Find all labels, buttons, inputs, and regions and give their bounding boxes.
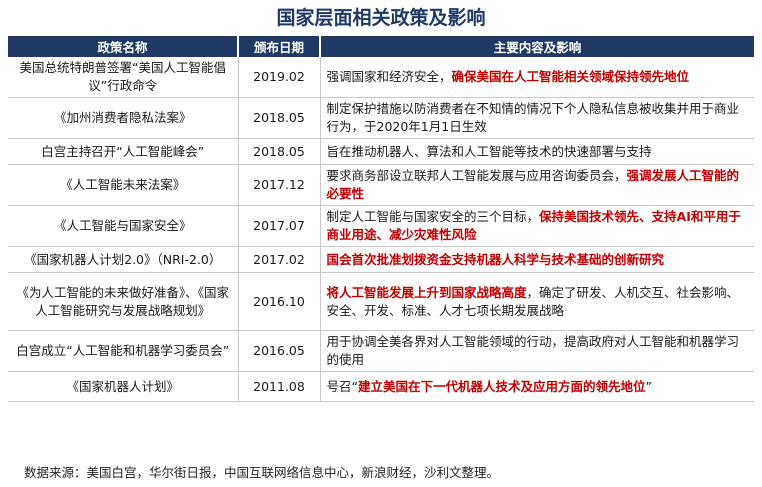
table-row: 《人工智能未来法案》 2017.12 要求商务部设立联邦人工智能发展与应用咨询委员会… [8,164,754,206]
issue-date-cell: 2017.12 [238,164,321,206]
issue-date-cell: 2017.02 [238,246,321,273]
content-cell: 要求商务部设立联邦人工智能发展与应用咨询委员会，强调发展人工智能的必要性 [320,164,754,206]
page-title: 国家层面相关政策及影响 [276,7,486,29]
issue-date-cell: 2019.02 [238,57,321,98]
policy-name-cell: 《人工智能未来法案》 [8,164,239,206]
content-cell: 制定人工智能与国家安全的三个目标，保持美国技术领先、支持AI和平用于商业用途、减… [320,205,754,247]
header-issue-date: 颁布日期 [238,36,321,57]
content-text: 号召“ [326,378,358,394]
issue-date-cell: 2017.07 [238,205,321,247]
table-row: 《国家机器人计划2.0》（NRI-2.0） 2017.02 国会首次批准划拨资金支持… [8,246,754,273]
policy-name-cell: 《人工智能与国家安全》 [8,205,239,247]
content-text: 制定保护措施以防消费者在不知情的情况下个人隐私信息被收集并用于商业行为，于202… [326,101,740,134]
issue-date-cell: 2016.10 [238,272,321,331]
content-text: 制定人工智能与国家安全的三个目标， [326,209,540,224]
table-row: 《加州消费者隐私法案》 2018.05 制定保护措施以防消费者在不知情的情况下个人隐… [8,97,754,139]
policy-name-cell: 《国家机器人计划》 [8,371,239,402]
issue-date-cell: 2018.05 [238,97,321,139]
table-row: 《人工智能与国家安全》 2017.07 制定人工智能与国家安全的三个目标，保持美国技… [8,205,754,247]
policy-name-cell: 白宫主持召开“人工智能峰会” [8,138,239,165]
content-cell: 强调国家和经济安全，确保美国在人工智能相关领域保持领先地位 [320,57,754,98]
table-row: 白宫主持召开“人工智能峰会” 2018.05 旨在推动机器人、算法和人工智能等技术的… [8,138,754,165]
content-text: 强调国家和经济安全， [326,69,452,84]
table-row: 白宫成立“人工智能和机器学习委员会” 2016.05 用于协调全美各界对人工智能领域… [8,330,754,372]
data-source-note: 数据来源：美国白宫，华尔街日报，中国互联网络信息中心，新浪财经，沙利文整理。 [24,465,500,480]
table-row: 美国总统特朗普签署“美国人工智能倡议”行政命令 2019.02 强调国家和经济安全，… [8,57,754,98]
content-cell: 将人工智能发展上升到国家战略高度，确定了研发、人机交互、社会影响、安全、开发、标… [320,272,754,331]
content-text: ” [645,378,652,394]
content-cell: 号召“建立美国在下一代机器人技术及应用方面的领先地位” [320,371,754,402]
policy-name-cell: 《加州消费者隐私法案》 [8,97,239,139]
policy-name-cell: 《国家机器人计划2.0》（NRI-2.0） [8,246,239,273]
content-text: 用于协调全美各界对人工智能领域的行动，提高政府对人工智能和机器学习的使用 [326,334,740,367]
content-cell: 旨在推动机器人、算法和人工智能等技术的快速部署与支持 [320,138,754,165]
highlighted-text: 将人工智能发展上升到国家战略高度 [326,284,527,300]
policy-name-cell: 《为人工智能的未来做好准备》、《国家人工智能研究与发展战略规划》 [8,272,239,331]
policy-name-cell: 美国总统特朗普签署“美国人工智能倡议”行政命令 [8,57,239,98]
policy-name-cell: 白宫成立“人工智能和机器学习委员会” [8,330,239,372]
policy-table: 政策名称 颁布日期 主要内容及影响 美国总统特朗普签署“美国人工智能倡议”行政命… [8,36,754,402]
table-row: 《为人工智能的未来做好准备》、《国家人工智能研究与发展战略规划》 2016.10 将… [8,272,754,331]
issue-date-cell: 2018.05 [238,138,321,165]
highlighted-text: 建立美国在下一代机器人技术及应用方面的领先地位 [357,378,646,394]
content-cell: 制定保护措施以防消费者在不知情的情况下个人隐私信息被收集并用于商业行为，于202… [320,97,754,139]
highlighted-text: 确保美国在人工智能相关领域保持领先地位 [451,69,690,84]
table-row: 《国家机器人计划》 2011.08 号召“建立美国在下一代机器人技术及应用方面的领先… [8,371,754,402]
content-cell: 国会首次批准划拨资金支持机器人科学与技术基础的创新研究 [320,246,754,273]
content-cell: 用于协调全美各界对人工智能领域的行动，提高政府对人工智能和机器学习的使用 [320,330,754,372]
page: 国家层面相关政策及影响 政策名称 颁布日期 主要内容及影响 美国总统特朗普签署“… [0,0,762,487]
header-policy-name: 政策名称 [8,36,239,57]
issue-date-cell: 2016.05 [238,330,321,372]
highlighted-text: 国会首次批准划拨资金支持机器人科学与技术基础的创新研究 [326,251,665,267]
issue-date-cell: 2011.08 [238,371,321,402]
header-content: 主要内容及影响 [320,36,754,57]
table-header-row: 政策名称 颁布日期 主要内容及影响 [8,36,754,57]
content-text: 旨在推动机器人、算法和人工智能等技术的快速部署与支持 [326,143,652,159]
content-text: 要求商务部设立联邦人工智能发展与应用咨询委员会， [326,168,627,183]
